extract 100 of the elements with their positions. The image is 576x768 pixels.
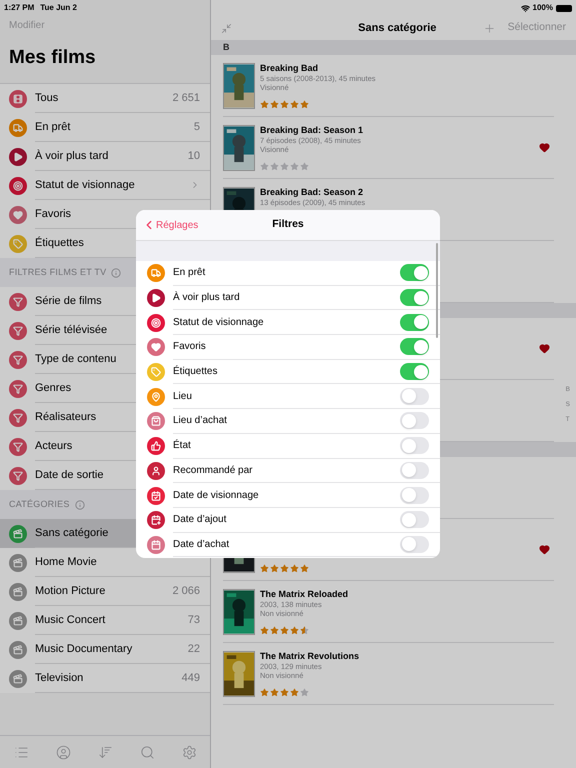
film-reel-icon (9, 90, 27, 108)
toggle-switch[interactable] (400, 388, 429, 405)
sidebar-item[interactable]: En prêt 5 (0, 113, 210, 142)
target-icon (9, 176, 27, 194)
info-icon (111, 268, 122, 278)
item-label: En prêt (35, 120, 70, 135)
status-date: Tue Jun 2 (40, 2, 77, 14)
filter-label: À voir plus tard (173, 290, 241, 306)
toggle-switch[interactable] (400, 511, 429, 528)
toggle-switch[interactable] (400, 264, 429, 282)
item-label: À voir plus tard (35, 148, 108, 164)
item-label: Genres (35, 380, 72, 396)
item-label: Television (35, 670, 84, 686)
tag-icon (147, 363, 165, 382)
play-icon (9, 148, 27, 166)
sidebar-item[interactable]: À voir plus tard 10 (0, 142, 210, 171)
toggle-switch[interactable] (400, 338, 429, 356)
item-label: Sans catégorie (35, 526, 108, 541)
sidebar-item[interactable]: Music Concert 73 (0, 606, 210, 635)
truck-icon (147, 264, 165, 282)
filter-label: Recommandé par (173, 464, 254, 478)
sidebar-item[interactable]: Statut de visionnage (0, 171, 210, 200)
toggle-switch[interactable] (400, 412, 429, 430)
sidebar-item[interactable]: Television 449 (0, 664, 210, 693)
add-icon[interactable] (482, 22, 496, 34)
filter-label: Favoris (173, 340, 207, 354)
list-title: Sans catégorie (357, 20, 438, 36)
section-letter: B (223, 40, 230, 54)
search-icon[interactable] (140, 744, 154, 760)
clapperboard-icon (9, 524, 27, 542)
clapperboard-icon (9, 554, 27, 572)
wifi-icon (520, 4, 530, 12)
sidebar-item[interactable]: Motion Picture 2 066 (0, 577, 210, 606)
item-label: Série télévisée (35, 322, 108, 338)
item-count: 73 (188, 612, 200, 628)
user-icon (147, 462, 165, 480)
thumbs-up-icon (147, 437, 165, 456)
item-label: Type de contenu (35, 352, 116, 367)
sidebar-item[interactable]: Music Documentary 22 (0, 635, 210, 664)
movie-title: The Matrix Revolutions (260, 650, 360, 662)
settings-icon[interactable] (182, 744, 196, 760)
item-label: Acteurs (35, 438, 72, 454)
toggle-switch[interactable] (400, 462, 429, 479)
filter-label: Statut de visionnage (173, 316, 265, 330)
item-count: 2 066 (172, 584, 200, 599)
movie-title: The Matrix Reloaded (260, 588, 350, 600)
filter-label: Étiquettes (173, 364, 218, 380)
popover-title: Filtres (272, 217, 304, 232)
toggle-switch[interactable] (400, 363, 429, 380)
section-header: CATÉGORIES (9, 498, 70, 511)
collapse-icon[interactable] (221, 22, 232, 34)
funnel-icon (9, 292, 27, 310)
item-label: Réalisateurs (35, 410, 96, 425)
truck-icon (9, 118, 27, 136)
clapperboard-icon (9, 612, 27, 630)
toggle-switch[interactable] (400, 314, 429, 331)
calendar-icon (147, 536, 165, 554)
filter-label: Lieu (173, 390, 193, 404)
toggle-switch[interactable] (400, 536, 429, 553)
item-label: Music Documentary (35, 642, 132, 657)
funnel-icon (9, 466, 27, 484)
filter-label: En prêt (173, 266, 206, 280)
filter-label: Lieu d’achat (173, 414, 228, 428)
clapperboard-icon (9, 640, 27, 658)
item-label: Étiquettes (35, 236, 84, 251)
calendar-plus-icon (147, 511, 165, 530)
funnel-icon (9, 380, 27, 398)
movie-title: Breaking Bad: Season 1 (260, 124, 364, 136)
item-count: 10 (188, 148, 200, 164)
toggle-switch[interactable] (400, 289, 429, 306)
battery-level: 100% (532, 2, 553, 14)
toggle-switch[interactable] (400, 486, 429, 504)
item-count: 5 (194, 120, 200, 135)
item-label: Statut de visionnage (35, 178, 135, 193)
item-label: Date de sortie (35, 468, 104, 483)
tag-icon (9, 234, 27, 252)
sort-icon[interactable] (98, 744, 112, 760)
item-label: Motion Picture (35, 584, 106, 599)
page-title: Mes films (9, 46, 96, 70)
funnel-icon (9, 350, 27, 368)
toggle-switch[interactable] (400, 437, 429, 454)
person-icon[interactable] (56, 744, 70, 760)
clapperboard-icon (9, 582, 27, 600)
movie-title: Breaking Bad (260, 62, 320, 74)
item-label: Home Movie (35, 554, 97, 570)
target-icon (147, 314, 165, 332)
clapperboard-icon (9, 670, 27, 688)
sidebar-item[interactable]: Tous 2 651 (0, 84, 210, 113)
item-count: 22 (188, 642, 200, 657)
info-icon (74, 500, 85, 510)
item-label: Tous (35, 90, 58, 106)
filter-label: Date de visionnage (173, 488, 260, 503)
battery-icon (556, 4, 572, 12)
item-label: Favoris (35, 206, 72, 222)
item-label: Série de films (35, 294, 102, 309)
map-pin-icon (147, 388, 165, 406)
funnel-icon (9, 322, 27, 340)
calendar-check-icon (147, 486, 165, 505)
item-count: 449 (182, 670, 200, 686)
funnel-icon (9, 438, 27, 456)
